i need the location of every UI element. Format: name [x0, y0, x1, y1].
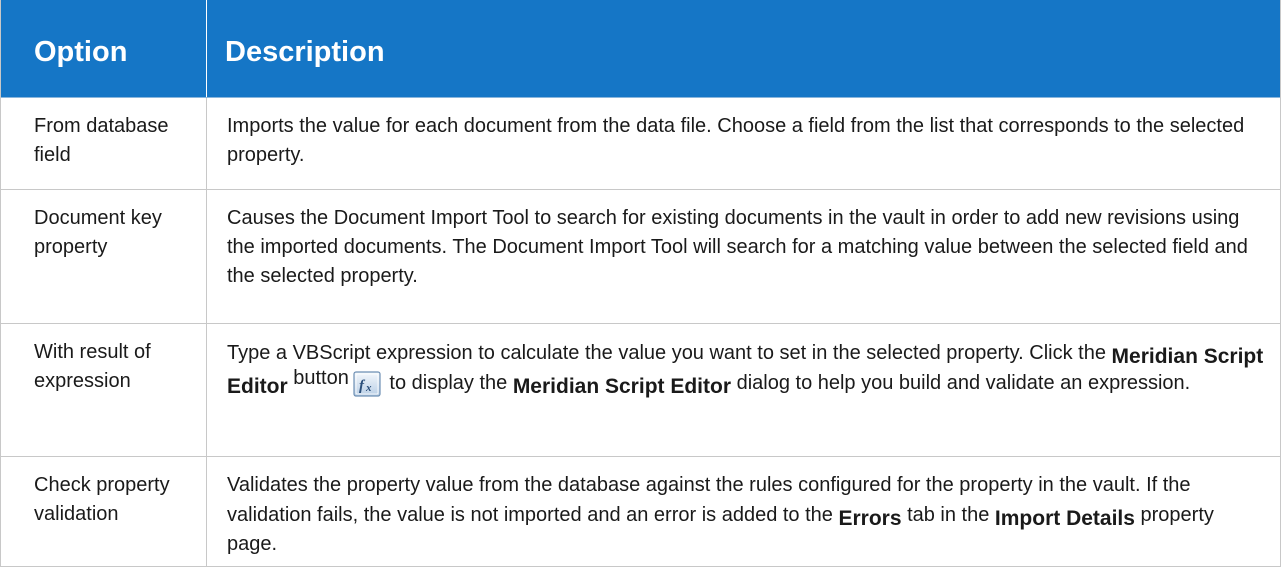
description-cell: Validates the property value from the da… [206, 457, 1280, 566]
description-text: Type a VBScript expression to calculate … [227, 342, 1112, 364]
option-column-header: Option [34, 36, 128, 68]
description-cell: Causes the Document Import Tool to searc… [206, 190, 1280, 323]
option-cell: With result of expression [34, 341, 151, 392]
svg-text:x: x [365, 382, 372, 394]
table-row: With result of expression Type a VBScrip… [1, 324, 1280, 457]
description-text: dialog to help you build and validate an… [731, 372, 1191, 394]
option-cell: Document key property [34, 207, 162, 258]
option-cell: Check property validation [34, 474, 170, 525]
function-editor-icon: f x [353, 371, 381, 397]
options-table: Option Description From database field I… [0, 0, 1281, 567]
description-text: tab in the [901, 504, 995, 526]
table-row: Check property validation Validates the … [1, 457, 1280, 567]
description-text: to display the [383, 372, 513, 394]
description-cell: Type a VBScript expression to calculate … [206, 324, 1280, 456]
description-text: button [287, 367, 349, 389]
table-header-row: Option Description [1, 0, 1280, 98]
table-row: From database field Imports the value fo… [1, 98, 1280, 190]
ui-term-script-editor: Meridian Script Editor [512, 375, 732, 398]
option-cell: From database field [34, 115, 169, 166]
ui-term-import-details: Import Details [994, 507, 1135, 530]
table-row: Document key property Causes the Documen… [1, 190, 1280, 324]
description-column-header: Description [206, 0, 1280, 97]
ui-term-errors-tab: Errors [838, 507, 902, 530]
description-cell: Imports the value for each document from… [206, 98, 1280, 189]
